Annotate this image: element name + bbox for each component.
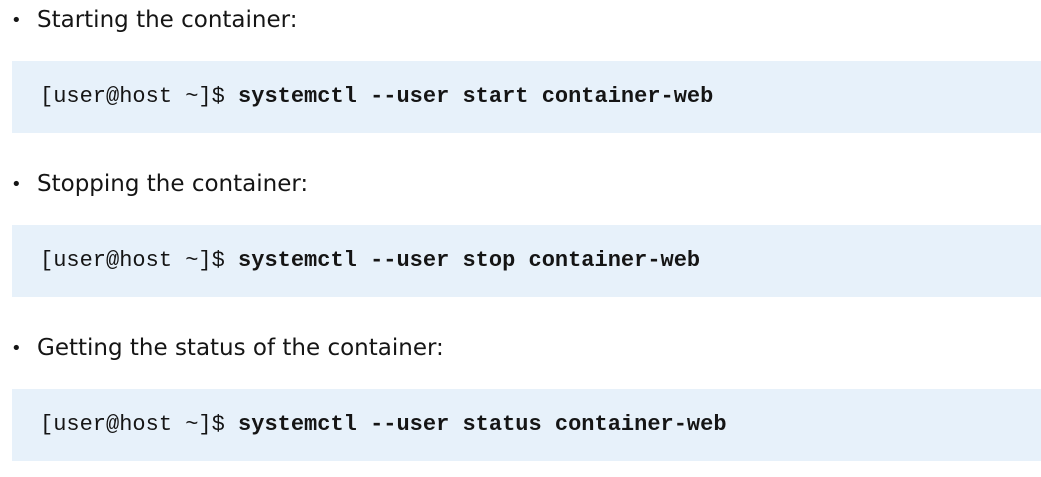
bullet-icon: • xyxy=(11,338,22,359)
code-block: [user@host ~]$ systemctl --user status c… xyxy=(12,389,1041,461)
bullet-icon: • xyxy=(11,174,22,195)
bullet-line: • Starting the container: xyxy=(0,0,1041,44)
bullet-text: Stopping the container: xyxy=(37,171,309,197)
shell-prompt: [user@host ~]$ xyxy=(40,248,239,273)
bullet-line: • Stopping the container: xyxy=(0,164,1041,208)
shell-command: systemctl --user stop container-web xyxy=(238,248,701,273)
shell-command: systemctl --user status container-web xyxy=(238,412,727,437)
code-block: [user@host ~]$ systemctl --user stop con… xyxy=(12,225,1041,297)
bullet-text: Getting the status of the container: xyxy=(37,335,444,361)
shell-prompt: [user@host ~]$ xyxy=(40,412,239,437)
shell-prompt: [user@host ~]$ xyxy=(40,84,239,109)
code-line: [user@host ~]$ systemctl --user start co… xyxy=(40,83,713,111)
bullet-icon: • xyxy=(11,10,22,31)
bullet-text: Starting the container: xyxy=(37,7,298,33)
shell-command: systemctl --user start container-web xyxy=(238,84,714,109)
code-block: [user@host ~]$ systemctl --user start co… xyxy=(12,61,1041,133)
code-line: [user@host ~]$ systemctl --user status c… xyxy=(40,411,727,439)
bullet-line: • Getting the status of the container: xyxy=(0,328,1041,372)
code-line: [user@host ~]$ systemctl --user stop con… xyxy=(40,247,700,275)
document-page: • Starting the container: [user@host ~]$… xyxy=(0,0,1041,477)
